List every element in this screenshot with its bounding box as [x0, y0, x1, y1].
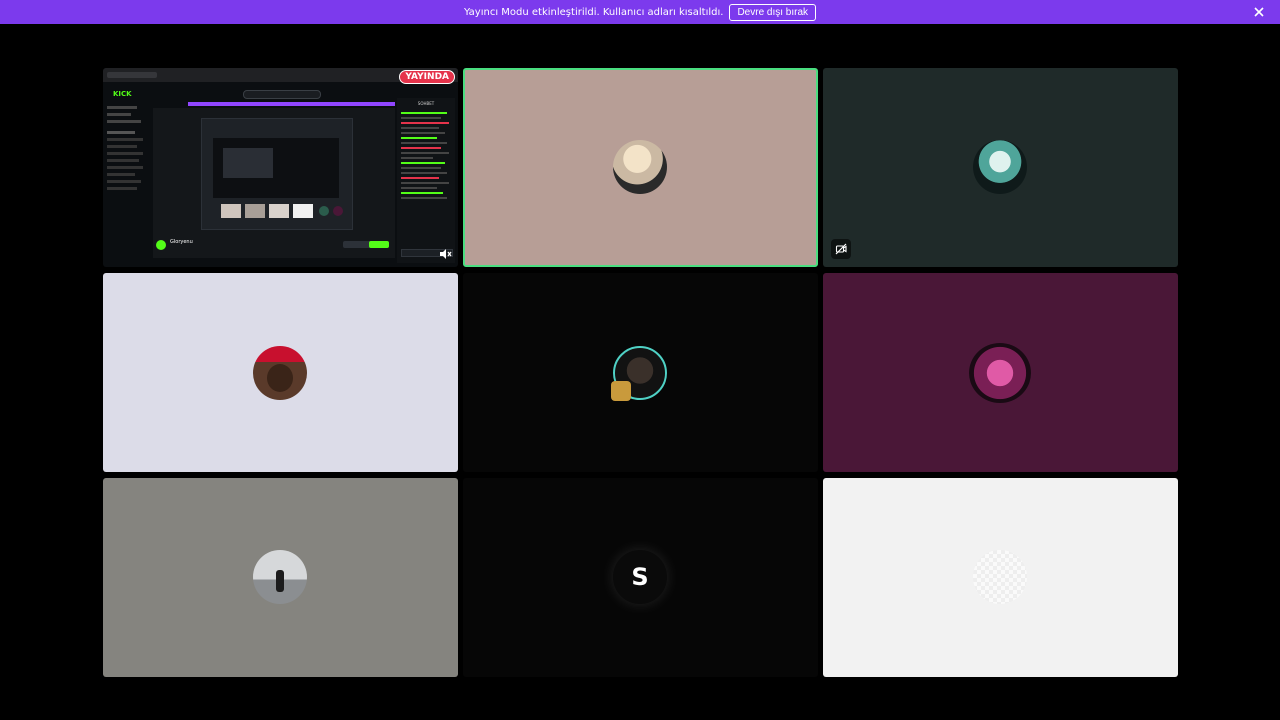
screen-share-tile[interactable]: KICK Gloryenu SOHBET YAYINDA: [103, 68, 458, 267]
participant-tile[interactable]: [463, 68, 818, 267]
avatar-initial: S: [613, 550, 667, 604]
participant-tile[interactable]: S: [463, 478, 818, 677]
streamer-avatar: [156, 240, 166, 250]
follow-button: [369, 241, 389, 248]
participant-tile[interactable]: [823, 478, 1178, 677]
speaker-muted-icon: [440, 249, 452, 259]
participant-tile[interactable]: [103, 478, 458, 677]
avatar: [253, 550, 307, 604]
avatar-decoration: [611, 381, 631, 401]
camera-off-indicator: [831, 239, 851, 259]
kick-logo: KICK: [113, 90, 132, 98]
avatar: [973, 550, 1027, 604]
live-badge: YAYINDA: [399, 70, 455, 84]
chat-header: SOHBET: [417, 101, 435, 106]
stream-title: Gloryenu: [170, 239, 193, 245]
participant-tile[interactable]: [463, 273, 818, 472]
camera-off-icon: [835, 243, 847, 255]
avatar: [253, 346, 307, 400]
disable-streamer-mode-button[interactable]: Devre dışı bırak: [729, 3, 817, 21]
chat-panel: SOHBET: [397, 98, 455, 263]
participant-tile[interactable]: [823, 273, 1178, 472]
avatar: [973, 140, 1027, 194]
avatar: [613, 140, 667, 194]
close-banner-button[interactable]: [1250, 3, 1268, 21]
participant-tile[interactable]: [823, 68, 1178, 267]
close-icon: [1254, 7, 1264, 17]
streamer-mode-banner: Yayıncı Modu etkinleştirildi. Kullanıcı …: [0, 0, 1280, 24]
participant-tile[interactable]: [103, 273, 458, 472]
shared-screen: KICK Gloryenu SOHBET: [103, 68, 458, 267]
avatar: [969, 343, 1031, 403]
streamer-mode-text: Yayıncı Modu etkinleştirildi. Kullanıcı …: [463, 6, 724, 18]
